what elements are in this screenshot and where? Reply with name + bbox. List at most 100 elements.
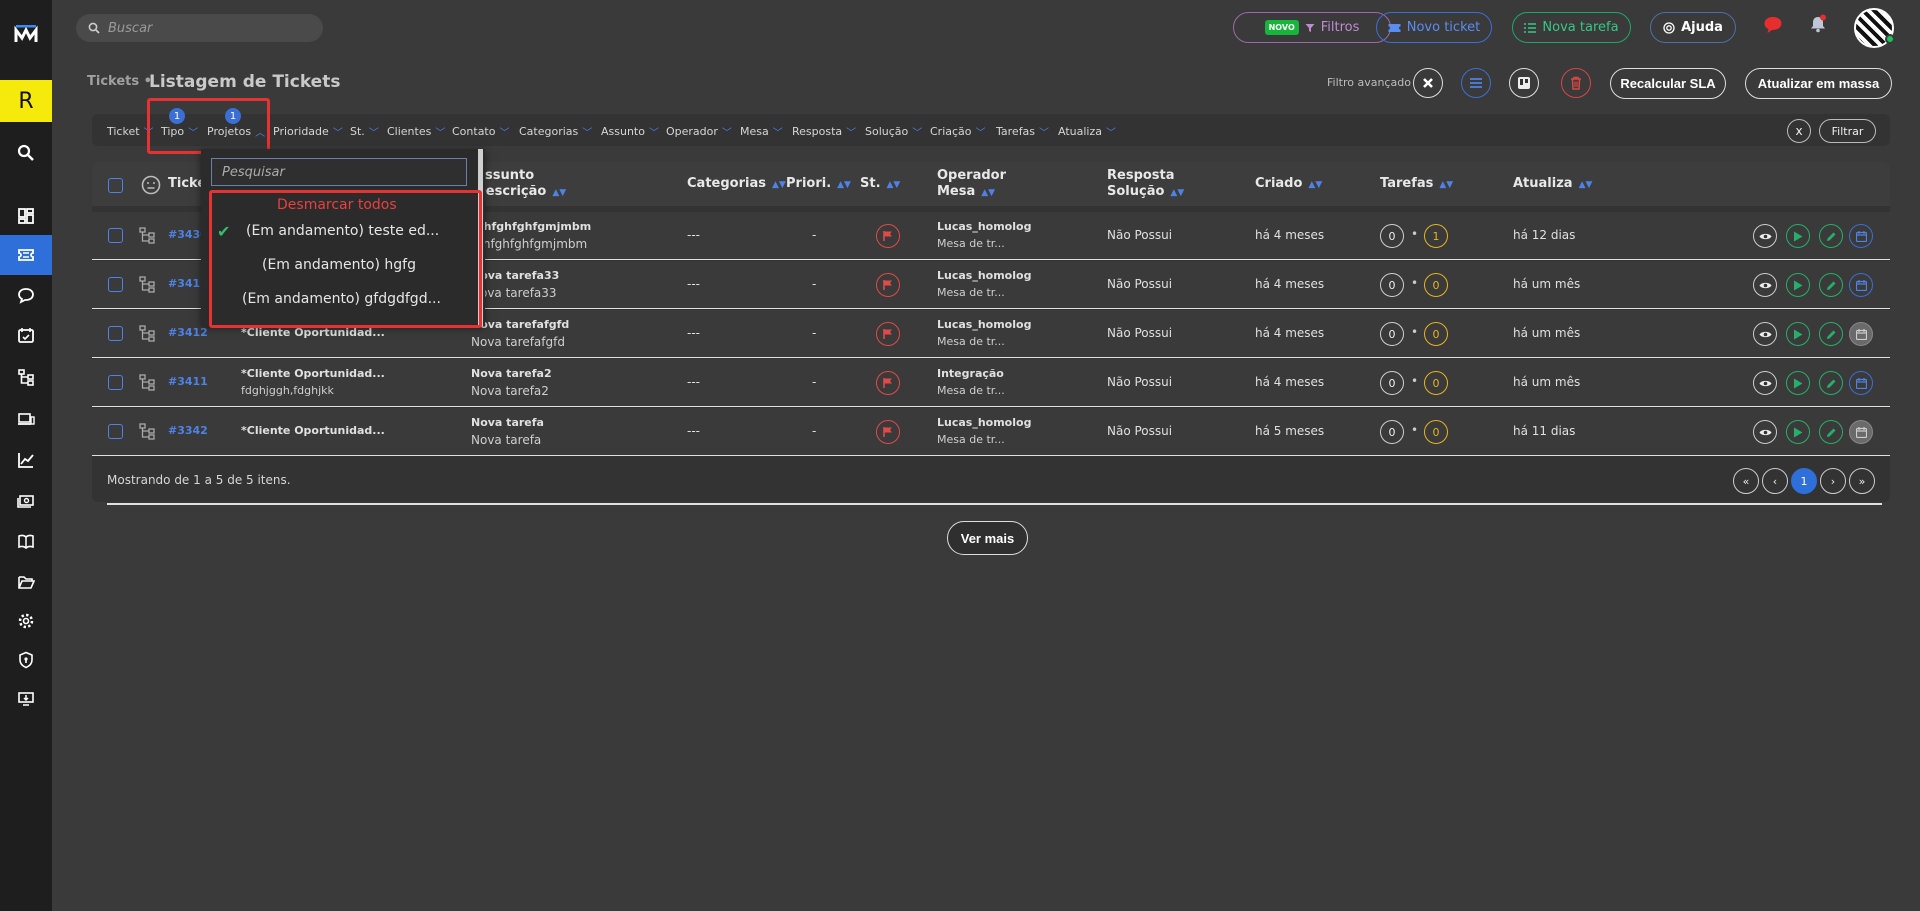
subtasks-button[interactable] [138,422,156,444]
ticket-subject[interactable]: Nova tarefafgfd [471,318,569,331]
tasks-open-count[interactable]: 0 [1380,224,1404,248]
dropdown-option-2[interactable]: (Em andamento) hgfg [262,257,416,273]
sidebar-item-tickets[interactable] [0,235,52,275]
prev-page-button[interactable]: ‹ [1762,468,1788,494]
last-page-button[interactable]: » [1849,468,1875,494]
subtasks-button[interactable] [138,226,156,248]
row-checkbox[interactable] [108,424,123,439]
status-flag[interactable] [876,273,900,297]
filter-resposta[interactable]: Resposta ﹀ [792,124,856,139]
status-flag[interactable] [876,322,900,346]
edit-ticket-button[interactable] [1819,420,1843,444]
apply-filter-button[interactable]: Filtrar [1819,119,1876,143]
sidebar-item-devices[interactable] [0,399,52,439]
chat-notifications[interactable] [1763,16,1783,38]
tasks-open-count[interactable]: 0 [1380,273,1404,297]
workspace-badge[interactable]: R [0,80,52,122]
header-resposta[interactable]: Resposta Solução ▲▼ [1107,168,1184,201]
header-prioridade[interactable]: Priori. ▲▼ [786,176,851,193]
filter-prioridade[interactable]: Prioridade ﹀ [273,124,343,139]
start-ticket-button[interactable] [1786,273,1810,297]
tasks-pending-count[interactable]: 1 [1424,224,1448,248]
ticket-subject[interactable]: Nova tarefa2 [471,367,552,380]
schedule-ticket-button[interactable] [1849,224,1873,248]
page-button-current[interactable]: 1 [1791,468,1817,494]
filters-button[interactable]: NOVO Filtros [1233,12,1391,43]
filter-st[interactable]: St. ﹀ [350,124,379,139]
view-ticket-button[interactable] [1753,371,1777,395]
status-flag[interactable] [876,224,900,248]
header-atualiza[interactable]: Atualiza ▲▼ [1513,176,1592,193]
filter-assunto[interactable]: Assunto ﹀ [601,124,659,139]
row-checkbox[interactable] [108,228,123,243]
sidebar-item-calendar[interactable] [0,315,52,355]
sentiment-icon[interactable] [141,175,161,195]
ticket-id-link[interactable]: #3411 [168,375,208,388]
see-more-button[interactable]: Ver mais [947,521,1028,555]
schedule-ticket-button[interactable] [1849,273,1873,297]
sidebar-item-hierarchy[interactable] [0,357,52,397]
edit-ticket-button[interactable] [1819,322,1843,346]
ticket-subject[interactable]: Nova tarefa [471,416,544,429]
dropdown-option-3[interactable]: (Em andamento) gfdgdfgd... [242,291,441,307]
filter-clientes[interactable]: Clientes ﹀ [387,124,445,139]
tasks-pending-count[interactable]: 0 [1424,420,1448,444]
app-logo[interactable] [0,16,52,52]
first-page-button[interactable]: « [1733,468,1759,494]
view-ticket-button[interactable] [1753,322,1777,346]
new-task-button[interactable]: Nova tarefa [1512,12,1631,43]
bulk-update-button[interactable]: Atualizar em massa [1745,68,1892,99]
sidebar-item-reports[interactable] [0,440,52,480]
edit-ticket-button[interactable] [1819,273,1843,297]
close-advanced-filter-button[interactable] [1413,68,1443,98]
sidebar-item-finance[interactable] [0,481,52,521]
view-ticket-button[interactable] [1753,224,1777,248]
deselect-all-button[interactable]: Desmarcar todos [277,197,397,213]
header-criado[interactable]: Criado ▲▼ [1255,176,1322,193]
header-tarefas[interactable]: Tarefas ▲▼ [1380,176,1453,193]
ticket-id-link[interactable]: #3412 [168,326,208,339]
row-checkbox[interactable] [108,375,123,390]
start-ticket-button[interactable] [1786,224,1810,248]
sidebar-item-chat[interactable] [0,275,52,315]
next-page-button[interactable]: › [1820,468,1846,494]
filter-operador[interactable]: Operador ﹀ [666,124,732,139]
board-view-button[interactable] [1509,68,1539,98]
view-ticket-button[interactable] [1753,420,1777,444]
filter-criacao[interactable]: Criação ﹀ [930,124,986,139]
help-button[interactable]: Ajuda [1650,12,1736,43]
sidebar-item-download[interactable] [0,679,52,719]
clear-filters-button[interactable]: x [1787,119,1811,143]
tasks-pending-count[interactable]: 0 [1424,322,1448,346]
delete-button[interactable] [1561,68,1591,98]
filter-atualiza[interactable]: Atualiza ﹀ [1058,124,1116,139]
tasks-pending-count[interactable]: 0 [1424,273,1448,297]
header-categorias[interactable]: Categorias ▲▼ [687,176,786,193]
edit-ticket-button[interactable] [1819,371,1843,395]
tasks-open-count[interactable]: 0 [1380,322,1404,346]
header-operador[interactable]: Operador Mesa ▲▼ [937,168,1006,201]
notifications-bell[interactable] [1808,14,1828,38]
filter-contato[interactable]: Contato ﹀ [452,124,509,139]
header-status[interactable]: St. ▲▼ [860,176,900,193]
subtasks-button[interactable] [138,275,156,297]
edit-ticket-button[interactable] [1819,224,1843,248]
ticket-subject[interactable]: gfhfghfghfgmjmbm [471,220,591,233]
sidebar-item-search[interactable] [0,133,52,173]
subtasks-button[interactable] [138,373,156,395]
sidebar-item-knowledge[interactable] [0,521,52,561]
sidebar-item-security[interactable] [0,640,52,680]
view-ticket-button[interactable] [1753,273,1777,297]
dropdown-search-input[interactable]: Pesquisar [211,158,467,186]
row-checkbox[interactable] [108,277,123,292]
schedule-ticket-button[interactable] [1849,322,1873,346]
sidebar-item-settings[interactable] [0,601,52,641]
start-ticket-button[interactable] [1786,371,1810,395]
dropdown-option-1[interactable]: (Em andamento) teste ed... [246,223,439,239]
status-flag[interactable] [876,420,900,444]
schedule-ticket-button[interactable] [1849,420,1873,444]
recalc-sla-button[interactable]: Recalcular SLA [1610,68,1726,99]
global-search-input[interactable] [108,20,308,36]
start-ticket-button[interactable] [1786,420,1810,444]
row-checkbox[interactable] [108,326,123,341]
